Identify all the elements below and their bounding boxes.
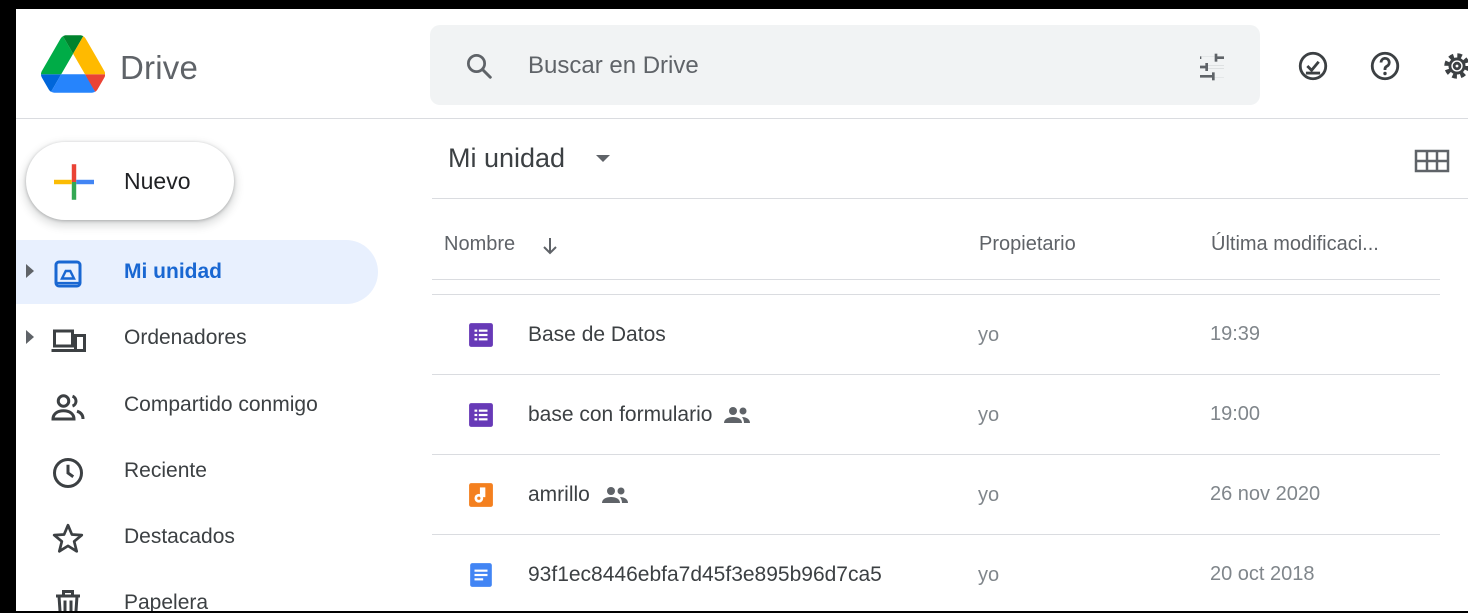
file-name[interactable]: base con formulario — [528, 403, 752, 427]
search-bar[interactable] — [430, 25, 1260, 105]
table-row[interactable]: base con formulario yo 19:00 — [432, 375, 1440, 455]
table-row[interactable]: Base de Datos yo 19:39 — [432, 295, 1440, 375]
search-options-icon[interactable] — [1196, 51, 1228, 83]
sidebar-item-computers[interactable]: Ordenadores — [16, 306, 378, 370]
expand-arrow-icon[interactable] — [26, 330, 34, 344]
star-icon — [52, 523, 84, 553]
sidebar-item-label: Destacados — [124, 525, 235, 548]
file-modified: 20 oct 2018 — [1210, 563, 1315, 585]
plus-icon — [54, 164, 94, 200]
column-header-owner[interactable]: Propietario — [979, 233, 1076, 256]
file-modified: 19:00 — [1210, 403, 1261, 425]
sidebar-item-trash[interactable]: Papelera — [16, 571, 378, 611]
drive-logo-icon[interactable] — [41, 35, 105, 93]
sidebar-item-shared-with-me[interactable]: Compartido conmigo — [16, 373, 378, 437]
sidebar-item-my-drive[interactable]: Mi unidad — [16, 240, 378, 304]
sidebar-item-label: Mi unidad — [124, 260, 222, 283]
new-button-label: Nuevo — [124, 168, 191, 194]
settings-icon[interactable] — [1440, 49, 1468, 83]
sidebar-item-label: Ordenadores — [124, 326, 247, 349]
grid-view-icon[interactable] — [1414, 147, 1450, 175]
column-header-modified[interactable]: Última modificaci... — [1211, 233, 1379, 256]
file-name[interactable]: amrillo — [528, 483, 630, 507]
file-modified: 19:39 — [1210, 323, 1261, 345]
file-owner: yo — [978, 484, 1000, 506]
sidebar-item-starred[interactable]: Destacados — [16, 505, 378, 569]
file-name[interactable]: Base de Datos — [528, 323, 666, 347]
app-title: Drive — [120, 49, 199, 86]
sidebar-item-recent[interactable]: Reciente — [16, 439, 378, 503]
google-forms-icon — [469, 323, 493, 347]
google-forms-icon — [469, 403, 493, 427]
file-modified: 26 nov 2020 — [1210, 483, 1321, 505]
file-owner: yo — [978, 404, 1000, 426]
file-owner: yo — [978, 564, 1000, 586]
offline-status-icon[interactable] — [1296, 49, 1330, 83]
new-button[interactable]: Nuevo — [26, 142, 234, 220]
shared-people-icon — [601, 487, 628, 504]
search-input[interactable] — [526, 47, 1170, 85]
computers-icon — [51, 329, 86, 352]
jamboard-icon — [469, 483, 493, 507]
table-row[interactable]: amrillo yo 26 nov 2020 — [432, 455, 1440, 535]
chevron-down-icon[interactable] — [596, 155, 610, 162]
main-divider — [432, 198, 1468, 199]
search-icon[interactable] — [464, 51, 494, 81]
google-docs-icon — [470, 563, 492, 587]
column-header-name[interactable]: Nombre — [444, 233, 515, 256]
shared-with-me-icon — [51, 394, 85, 421]
file-name[interactable]: 93f1ec8446ebfa7d45f3e895b96d7ca5 — [528, 563, 882, 587]
trash-icon — [56, 590, 80, 611]
my-drive-icon — [54, 260, 82, 288]
drive-window: Drive Buscar en Drive Nuevo Mi unidad Or… — [16, 9, 1468, 611]
expand-arrow-icon[interactable] — [26, 264, 34, 278]
sidebar-item-label: Compartido conmigo — [124, 393, 318, 416]
clock-icon — [53, 458, 83, 488]
file-owner: yo — [978, 324, 1000, 346]
sidebar-item-label: Reciente — [124, 459, 207, 482]
sort-arrow-down-icon[interactable] — [538, 234, 562, 258]
help-icon[interactable] — [1368, 49, 1402, 83]
shared-people-icon — [724, 407, 751, 424]
sidebar-item-label: Papelera — [124, 591, 209, 611]
table-row[interactable]: 93f1ec8446ebfa7d45f3e895b96d7ca5 yo 20 o… — [432, 535, 1440, 611]
header-divider — [16, 118, 1468, 119]
location-title[interactable]: Mi unidad — [448, 143, 565, 174]
table-header-divider — [432, 279, 1440, 280]
